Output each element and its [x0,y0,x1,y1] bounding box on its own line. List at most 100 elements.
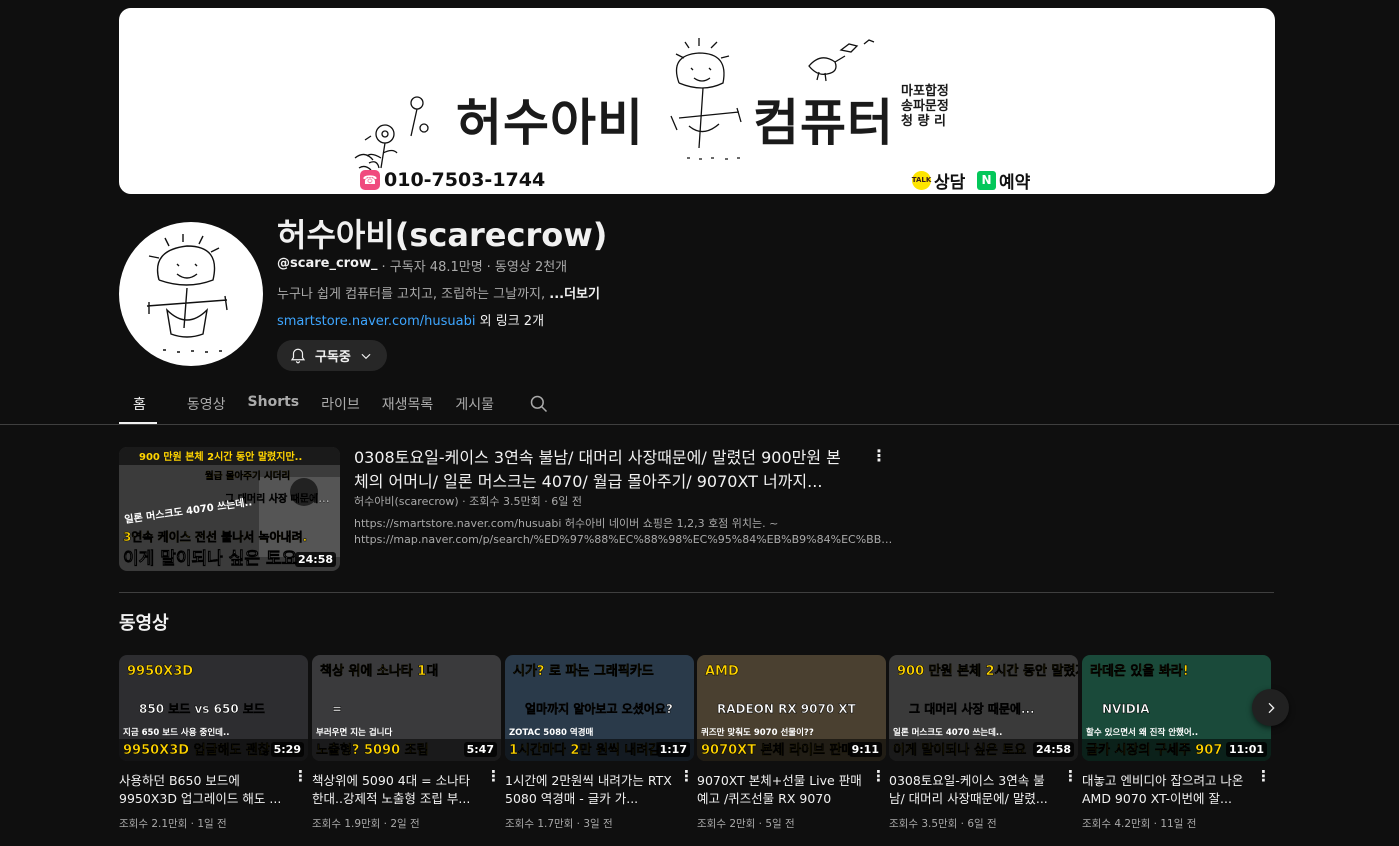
video-duration: 11:01 [1225,742,1267,757]
thumb-top-text: 900 만원 본체 2시간 동안 말렸지만.. [897,663,1078,679]
featured-description-1: https://smartstore.naver.com/husuabi 허수아… [354,517,779,530]
video-more-icon[interactable]: ⋮ [1256,767,1271,785]
subscribe-button[interactable]: 구독중 [277,340,387,371]
chevron-right-icon [1268,702,1275,713]
branch-2: 송파문정 [901,99,949,114]
thumb-small-text: 부러우면 지는 겁니다 [316,727,392,738]
tab-posts[interactable]: 게시물 [444,384,505,424]
video-age: 3일 전 [583,818,613,830]
tab-videos[interactable]: 동영상 [176,384,237,424]
banner-phone: ☎ 010-7503-1744 [360,168,545,192]
video-card[interactable]: 라데온 있을 봐라! NVIDIA 할수 있으면서 왜 진작 안했어.. 글카 시장의… [1082,655,1271,831]
video-card[interactable]: 책상 위에 소나타 1대 = 부러우면 지는 겁니다노출형? 5090 조립 5:47… [312,655,501,831]
next-button[interactable] [1252,689,1289,726]
video-card[interactable]: AMD RADEON RX 9070 XT 퀴즈만 맞춰도 9070 선물이?? 90… [697,655,886,831]
banner-phone-number: 010-7503-1744 [384,169,546,191]
tab-playlists[interactable]: 재생목록 [371,384,445,424]
video-card[interactable]: 9950X3D 850 보드 vs 650 보드 지금 650 보드 사용 중인데.… [119,655,308,831]
banner-kakao: TALK 상담 [912,168,965,193]
channel-description[interactable]: 누구나 쉽게 컴퓨터를 고치고, 조립하는 그날까지, ...더보기 [277,283,600,302]
tab-live[interactable]: 라이브 [310,384,371,424]
bell-icon [290,348,306,363]
video-duration: 24:58 [1032,742,1074,757]
scarecrow-illustration [354,38,875,171]
chevron-down-icon [361,353,371,359]
video-views: 조회수 1.7만회 [505,818,574,830]
featured-thumbnail[interactable]: 900 만원 본체 2시간 동안 말렸지만.. 월급 몰아주기 시더리 그 대머… [119,447,340,571]
video-duration: 5:47 [463,742,497,757]
section-title-videos[interactable]: 동영상 [119,609,169,635]
thumb-bottom-text: 9950X3D 업글해도 괜찮 [123,742,270,758]
thumb-top-text: 시가? 로 파는 그래픽카드 [513,663,654,679]
tab-home[interactable]: 홈 [119,384,157,424]
channel-link-extra[interactable]: 외 링크 2개 [480,314,544,329]
thumb-bottom-text: 1시간마다 2만 원씩 내려감 [509,742,660,758]
video-card[interactable]: 900 만원 본체 2시간 동안 말렸지만.. 그 대머리 사장 때문에... 일론… [889,655,1078,831]
ft-text-0: 900 만원 본체 2시간 동안 말렸지만.. [139,450,302,463]
video-duration: 9:11 [848,742,882,757]
video-more-icon[interactable]: ⋮ [293,767,308,785]
naver-icon: N [977,170,996,190]
naver-label: 예약 [999,172,1031,193]
video-title[interactable]: 0308토요일-케이스 3연속 불남/ 대머리 사장때문에/ 말렸... [889,772,1059,808]
video-thumbnail[interactable]: 900 만원 본체 2시간 동안 말렸지만.. 그 대머리 사장 때문에... 일론… [889,655,1078,761]
video-count: · 동영상 2천개 [486,260,568,275]
thumb-small-text: 할수 있으면서 왜 진작 안했어.. [1086,727,1198,738]
video-duration: 1:17 [656,742,690,757]
video-meta: 조회수 4.2만회 · 11일 전 [1082,818,1197,830]
thumb-small-text: ZOTAC 5080 역경매 [509,727,594,738]
tabs-divider [0,424,1399,425]
video-meta: 조회수 2.1만회 · 1일 전 [119,818,227,830]
featured-title[interactable]: 0308토요일-케이스 3연속 불남/ 대머리 사장때문에/ 말렸던 900만원… [354,446,854,494]
thumb-bottom-text: 이게 말이되나 싶은 토요 [893,742,1026,758]
video-duration: 5:29 [270,742,304,757]
thumb-mid-text: 얼마까지 알아보고 오셨어요? [525,701,673,716]
channel-tabs: 홈 동영상 Shorts 라이브 재생목록 게시물 [119,384,505,424]
banner-title-left: 허수아비 [456,94,644,152]
video-views: 조회수 2.1만회 [119,818,188,830]
channel-avatar[interactable] [119,222,263,366]
video-more-icon[interactable]: ⋮ [1063,767,1078,785]
banner-branches: 마포합정 송파문정 청 량 리 [901,84,961,129]
kakaotalk-icon: TALK [912,170,931,190]
video-title[interactable]: 사용하던 B650 보드에 9950X3D 업그레이드 해도 ... [119,772,289,808]
video-title[interactable]: 1시간에 2만원씩 내려가는 RTX 5080 역경매 - 글카 가... [505,772,675,808]
thumb-bottom-text: 9070XT 본체 라이브 판매 [701,742,853,758]
channel-link-url[interactable]: smartstore.naver.com/husuabi [277,314,476,329]
branch-1: 마포합정 [901,84,949,99]
thumb-top-text: AMD [705,664,739,679]
featured-duration: 24:58 [294,552,336,567]
more-link[interactable]: ...더보기 [549,287,600,302]
thumb-bottom-text: 노출형? 5090 조립 [316,742,429,758]
video-thumbnail[interactable]: 책상 위에 소나타 1대 = 부러우면 지는 겁니다노출형? 5090 조립 5:47 [312,655,501,761]
tab-shorts[interactable]: Shorts [237,384,311,424]
video-views: 조회수 4.2만회 [1082,818,1151,830]
thumb-mid-text: = [332,702,342,716]
video-card[interactable]: 시가? 로 파는 그래픽카드얼마까지 알아보고 오셨어요? ZOTAC 5080 … [505,655,694,831]
video-age: 1일 전 [197,818,227,830]
video-thumbnail[interactable]: 시가? 로 파는 그래픽카드얼마까지 알아보고 오셨어요? ZOTAC 5080 … [505,655,694,761]
video-views: 조회수 3.5만회 [889,818,958,830]
ft-text-5: 이게 말이되나 싶은 토요 [123,548,298,569]
video-title[interactable]: 책상위에 5090 4대 = 소나타 한대..강제적 노출형 조립 부... [312,772,482,808]
thumb-mid-text: 그 대머리 사장 때문에... [909,701,1035,716]
video-title[interactable]: 9070XT 본체+선물 Live 판매 예고 /퀴즈선물 RX 9070 +파… [697,772,867,808]
thumb-top-text: 책상 위에 소나타 1대 [320,663,438,679]
video-more-icon[interactable]: ⋮ [486,767,501,785]
video-more-icon[interactable]: ⋮ [871,767,886,785]
video-title[interactable]: 대놓고 엔비디아 잡으려고 나온 AMD 9070 XT-이번에 잘... [1082,772,1252,808]
video-meta: 조회수 1.9만회 · 2일 전 [312,818,420,830]
video-age: 11일 전 [1160,818,1197,830]
channel-name: 허수아비(scarecrow) [277,216,608,254]
video-more-icon[interactable]: ⋮ [679,767,694,785]
video-thumbnail[interactable]: 라데온 있을 봐라! NVIDIA 할수 있으면서 왜 진작 안했어.. 글카 시장의… [1082,655,1271,761]
search-icon[interactable] [529,394,549,414]
video-thumbnail[interactable]: 9950X3D 850 보드 vs 650 보드 지금 650 보드 사용 중인데.… [119,655,308,761]
video-meta: 조회수 2만회 · 5일 전 [697,818,795,830]
featured-more-icon[interactable]: ⋮ [871,446,887,465]
video-meta: 조회수 1.7만회 · 3일 전 [505,818,613,830]
branch-3: 청 량 리 [901,114,946,129]
video-thumbnail[interactable]: AMD RADEON RX 9070 XT 퀴즈만 맞춰도 9070 선물이?? 90… [697,655,886,761]
banner-title-right: 컴퓨터 [753,94,894,152]
thumb-top-text: 라데온 있을 봐라! [1090,663,1189,679]
